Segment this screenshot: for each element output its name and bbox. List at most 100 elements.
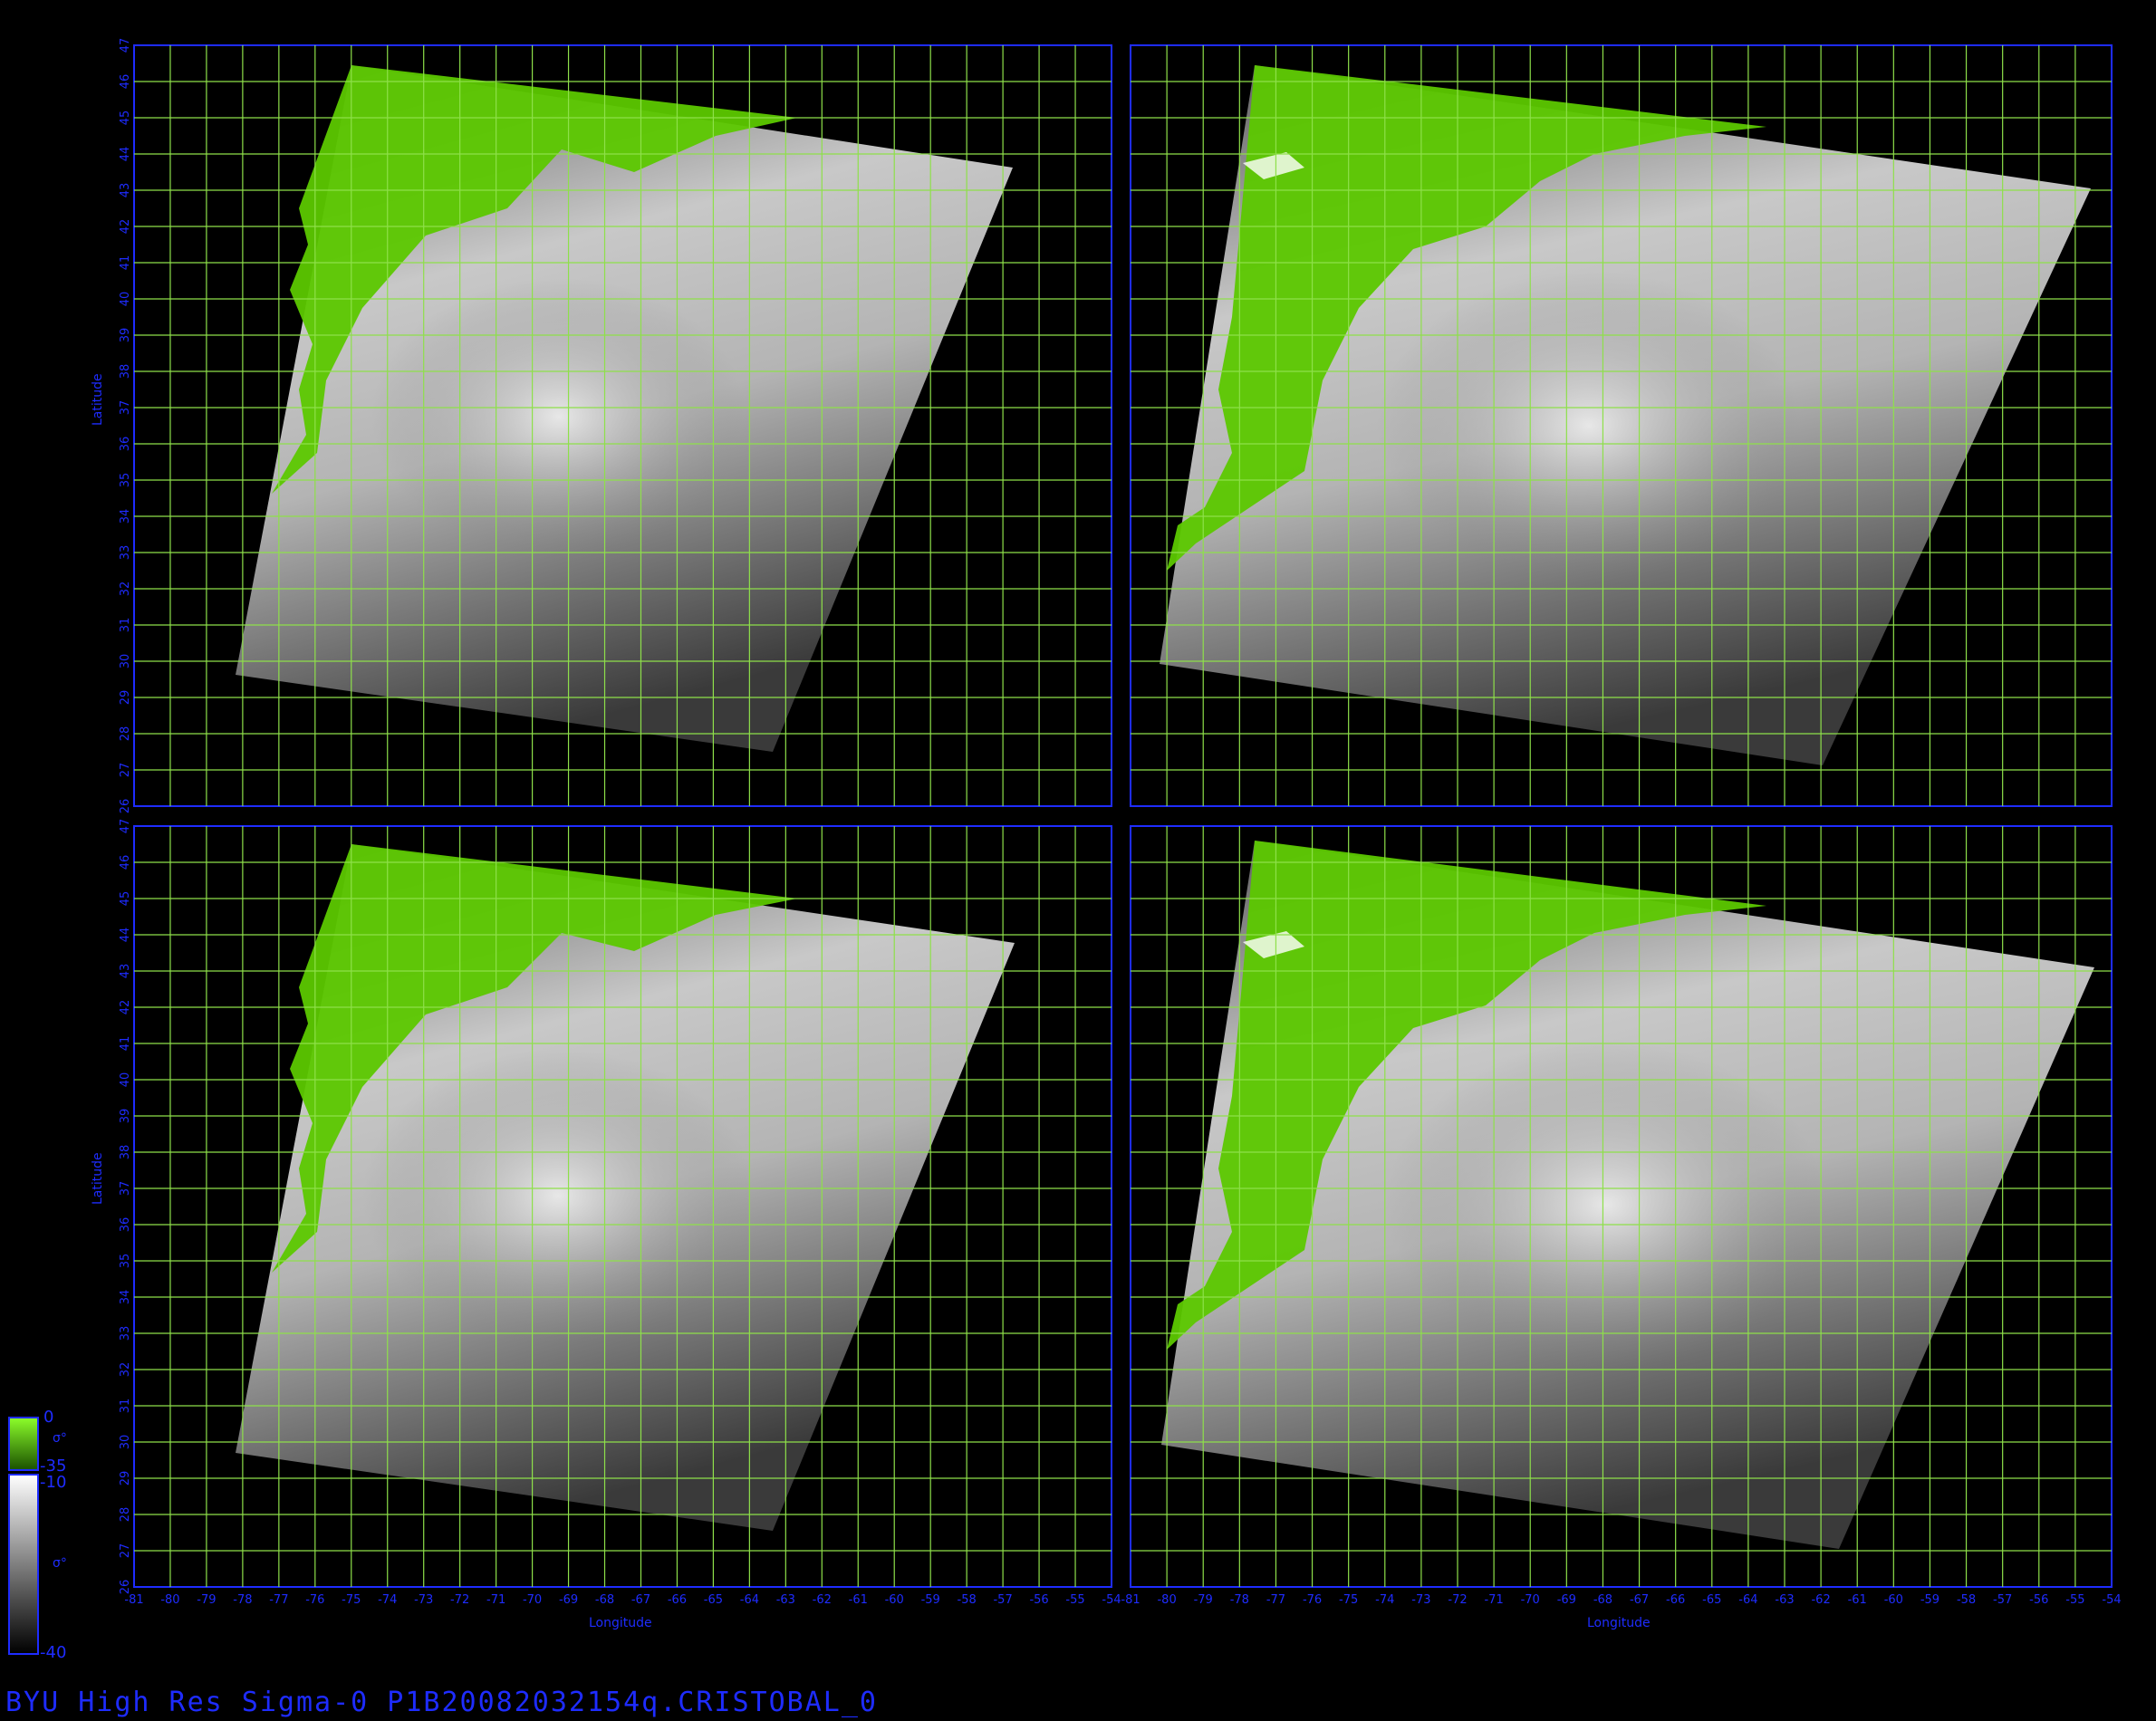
longitude-tick-label: -73 bbox=[414, 1593, 433, 1607]
latitude-tick-label: 40 bbox=[119, 1072, 132, 1088]
scatterometer-swath bbox=[1160, 65, 2091, 765]
longitude-tick-label: -71 bbox=[1484, 1593, 1503, 1607]
latitude-tick-label: 27 bbox=[119, 1543, 132, 1559]
longitude-tick-label: -78 bbox=[233, 1593, 252, 1607]
longitude-tick-label: -66 bbox=[1666, 1593, 1685, 1607]
colorbar-ocean-symbol: σ° bbox=[53, 1556, 67, 1571]
longitude-tick-labels: -81 -80 -79 -78 -77 -76 -75 -74 -73 -72 -71 -70 -69 -… bbox=[124, 1593, 1121, 1607]
latitude-tick-label: 29 bbox=[119, 1471, 132, 1486]
latitude-tick-label: 33 bbox=[119, 1326, 132, 1341]
latitude-tick-label: 47 bbox=[119, 38, 132, 53]
latitude-tick-label: 38 bbox=[119, 364, 132, 380]
latitude-tick-label: 38 bbox=[119, 1145, 132, 1160]
longitude-tick-label: -62 bbox=[813, 1593, 832, 1607]
longitude-tick-label: -56 bbox=[1029, 1593, 1048, 1607]
panel-bottom-right: -81 -80 -79 -78 -77 -76 -75 -74 -73 -72 -71 -70 -69 -… bbox=[1121, 825, 2122, 1630]
x-axis-label: Longitude bbox=[589, 1616, 652, 1630]
latitude-tick-label: 32 bbox=[119, 582, 132, 597]
longitude-tick-label: -59 bbox=[921, 1593, 940, 1607]
longitude-tick-label: -60 bbox=[1884, 1593, 1903, 1607]
longitude-tick-label: -70 bbox=[1521, 1593, 1540, 1607]
latitude-tick-label: 44 bbox=[119, 147, 132, 162]
colorbar-ocean-bottom: -40 bbox=[40, 1643, 67, 1662]
longitude-tick-label: -72 bbox=[1448, 1593, 1467, 1607]
latitude-tick-label: 37 bbox=[119, 400, 132, 416]
longitude-tick-label: -71 bbox=[486, 1593, 505, 1607]
colorbar-land-symbol: σ° bbox=[53, 1431, 67, 1446]
colorbar bbox=[8, 1417, 39, 1655]
longitude-tick-label: -58 bbox=[1957, 1593, 1976, 1607]
sigma0-map-figure: 26 27 28 29 30 31 32 33 34 35 36 37 38 39 40 41 42 43 44 45… bbox=[8, 38, 2122, 1655]
y-axis-label: Latitude bbox=[91, 1152, 105, 1205]
latitude-tick-label: 45 bbox=[119, 891, 132, 907]
longitude-tick-label: -78 bbox=[1230, 1593, 1249, 1607]
longitude-tick-label: -76 bbox=[305, 1593, 324, 1607]
longitude-tick-label: -70 bbox=[523, 1593, 542, 1607]
longitude-tick-label: -61 bbox=[1848, 1593, 1867, 1607]
latitude-tick-label: 46 bbox=[119, 855, 132, 870]
longitude-tick-label: -69 bbox=[1557, 1593, 1576, 1607]
y-axis-label: Latitude bbox=[91, 373, 105, 426]
panel-top-right bbox=[1130, 44, 2113, 807]
latitude-tick-label: 34 bbox=[119, 509, 132, 524]
latitude-tick-label: 26 bbox=[119, 1580, 132, 1595]
latitude-tick-label: 26 bbox=[119, 799, 132, 814]
longitude-tick-label: -74 bbox=[1375, 1593, 1394, 1607]
longitude-tick-label: -63 bbox=[1775, 1593, 1794, 1607]
latitude-tick-label: 44 bbox=[119, 928, 132, 943]
latitude-tick-label: 36 bbox=[119, 1217, 132, 1233]
latitude-tick-label: 42 bbox=[119, 1000, 132, 1015]
longitude-tick-label: -79 bbox=[197, 1593, 216, 1607]
latitude-tick-label: 29 bbox=[119, 690, 132, 706]
longitude-tick-label: -69 bbox=[559, 1593, 578, 1607]
latitude-tick-label: 40 bbox=[119, 292, 132, 307]
longitude-tick-label: -75 bbox=[1339, 1593, 1358, 1607]
figure-caption: BYU High Res Sigma-0 P1B20082032154q.CRI… bbox=[5, 1687, 878, 1718]
latitude-tick-label: 47 bbox=[119, 819, 132, 834]
latitude-tick-label: 30 bbox=[119, 1435, 132, 1450]
longitude-tick-label: -77 bbox=[269, 1593, 288, 1607]
longitude-tick-label: -64 bbox=[1738, 1593, 1757, 1607]
longitude-tick-label: -61 bbox=[849, 1593, 868, 1607]
longitude-tick-labels: -81 -80 -79 -78 -77 -76 -75 -74 -73 -72 -71 -70 -69 -… bbox=[1121, 1593, 2121, 1607]
longitude-tick-label: -81 bbox=[1121, 1593, 1140, 1607]
longitude-tick-label: -68 bbox=[595, 1593, 614, 1607]
longitude-tick-label: -75 bbox=[342, 1593, 361, 1607]
latitude-tick-label: 27 bbox=[119, 763, 132, 778]
scatterometer-swath bbox=[236, 844, 1015, 1531]
latitude-tick-label: 39 bbox=[119, 1109, 132, 1124]
latitude-tick-label: 36 bbox=[119, 437, 132, 452]
longitude-tick-label: -62 bbox=[1811, 1593, 1830, 1607]
latitude-tick-label: 43 bbox=[119, 964, 132, 979]
colorbar-land bbox=[8, 1417, 39, 1471]
longitude-tick-label: -76 bbox=[1303, 1593, 1322, 1607]
latitude-tick-label: 34 bbox=[119, 1290, 132, 1305]
longitude-tick-label: -63 bbox=[776, 1593, 795, 1607]
longitude-tick-label: -72 bbox=[450, 1593, 469, 1607]
latitude-tick-label: 45 bbox=[119, 111, 132, 126]
latitude-tick-labels: 26 27 28 29 30 31 32 33 34 35 36 37 38 39 40 41 42 43 44 45… bbox=[119, 819, 132, 1595]
longitude-tick-label: -77 bbox=[1266, 1593, 1285, 1607]
longitude-tick-label: -64 bbox=[740, 1593, 759, 1607]
longitude-tick-label: -65 bbox=[1702, 1593, 1721, 1607]
latitude-tick-label: 31 bbox=[119, 1399, 132, 1414]
longitude-tick-label: -60 bbox=[885, 1593, 904, 1607]
longitude-tick-label: -66 bbox=[668, 1593, 687, 1607]
scatterometer-swath bbox=[1161, 841, 2094, 1549]
panel-top-left: 26 27 28 29 30 31 32 33 34 35 36 37 38 39 40 41 42 43 44 45… bbox=[91, 38, 1112, 814]
latitude-tick-label: 32 bbox=[119, 1362, 132, 1378]
latitude-tick-label: 28 bbox=[119, 1507, 132, 1523]
longitude-tick-label: -73 bbox=[1411, 1593, 1430, 1607]
longitude-tick-label: -55 bbox=[1065, 1593, 1084, 1607]
latitude-tick-label: 31 bbox=[119, 618, 132, 633]
colorbar-ocean-top: -10 bbox=[40, 1473, 67, 1492]
longitude-tick-label: -59 bbox=[1920, 1593, 1939, 1607]
latitude-tick-label: 43 bbox=[119, 183, 132, 198]
longitude-tick-label: -67 bbox=[631, 1593, 650, 1607]
latitude-tick-label: 46 bbox=[119, 74, 132, 90]
latitude-tick-label: 30 bbox=[119, 654, 132, 669]
longitude-tick-label: -57 bbox=[993, 1593, 1012, 1607]
longitude-tick-label: -80 bbox=[1157, 1593, 1176, 1607]
scatterometer-swath bbox=[236, 65, 1013, 752]
latitude-tick-labels: 26 27 28 29 30 31 32 33 34 35 36 37 38 39 40 41 42 43 44 45… bbox=[119, 38, 132, 814]
